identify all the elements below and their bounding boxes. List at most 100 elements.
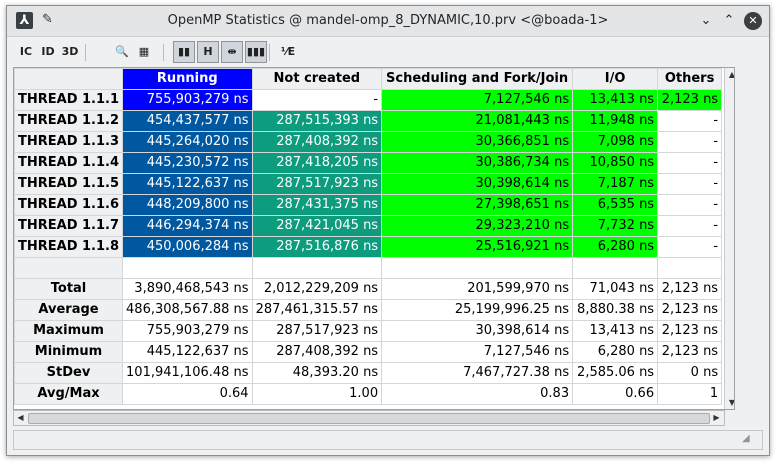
semantic-color-icon[interactable]: ▮▮▮ [245,41,267,63]
stats-cell[interactable]: 2,585.06 ns [572,362,659,384]
title-bar[interactable]: ⅄ ✎ OpenMP Statistics @ mandel-omp_8_DYN… [7,6,769,37]
stats-cell[interactable]: 287,461,315.57 ns [251,299,383,321]
table-cell[interactable]: 11,948 ns [572,110,659,132]
table-row[interactable]: THREAD 1.1.1 755,903,279 ns -7,127,546 ns 1… [14,89,723,111]
stats-row-header[interactable]: Total [14,278,124,300]
stats-cell[interactable]: 287,408,392 ns [251,341,383,363]
minimize-icon[interactable]: ⌄ [697,12,715,30]
table-cell[interactable]: 287,408,392 ns [251,131,383,153]
scroll-left-icon[interactable]: ◀ [14,411,27,425]
stats-row[interactable]: Minimum 445,122,637 ns 287,408,392 ns 7,127… [14,341,723,363]
row-header[interactable]: THREAD 1.1.2 [14,110,124,132]
table-cell[interactable]: 445,230,572 ns [122,152,253,174]
stats-cell[interactable]: 486,308,567.88 ns [122,299,253,321]
stats-cell[interactable]: 755,903,279 ns [122,320,253,342]
stats-cell[interactable]: 25,199,996.25 ns [381,299,574,321]
table-cell[interactable]: 287,516,876 ns [251,236,383,258]
resize-grip-icon[interactable]: ◢ [742,433,756,447]
table-cell[interactable]: - [251,89,383,111]
stats-cell[interactable]: 7,127,546 ns [381,341,574,363]
stats-cell[interactable]: 2,123 ns [657,278,723,300]
table-cell[interactable]: 287,515,393 ns [251,110,383,132]
stats-cell[interactable]: 1.00 [251,383,383,405]
table-cell[interactable]: 7,098 ns [572,131,659,153]
gradient-color-icon[interactable]: ▮▮ [173,41,195,63]
stats-row-header[interactable]: StDev [14,362,124,384]
table-cell[interactable]: - [657,194,723,216]
stats-cell[interactable]: 2,123 ns [657,320,723,342]
column-header[interactable]: I/O [572,68,659,90]
table-cell[interactable]: - [657,110,723,132]
close-icon[interactable]: ✕ [744,12,762,30]
stats-cell[interactable]: 3,890,468,543 ns [122,278,253,300]
table-row[interactable]: THREAD 1.1.6 448,209,800 ns 287,431,375 ns… [14,194,723,216]
table-cell[interactable]: 7,187 ns [572,173,659,195]
maximize-icon[interactable]: ⌃ [720,12,738,30]
table-cell[interactable]: - [657,173,723,195]
stats-cell[interactable]: 0.64 [122,383,253,405]
table-cell[interactable]: 454,437,577 ns [122,110,253,132]
vertical-scrollbar[interactable]: ▲ ▼ [724,68,734,409]
stats-row[interactable]: StDev 101,941,106.48 ns 48,393.20 ns 7,467,… [14,362,723,384]
table-cell[interactable]: 27,398,651 ns [381,194,574,216]
3d-window-icon[interactable]: 3D [59,41,81,63]
stats-cell[interactable]: 71,043 ns [572,278,659,300]
table-cell[interactable]: 30,366,851 ns [381,131,574,153]
stats-cell[interactable]: 445,122,637 ns [122,341,253,363]
table-row[interactable]: THREAD 1.1.5 445,122,637 ns 287,517,923 ns… [14,173,723,195]
open-filter-icon[interactable]: ▦ [133,41,155,63]
table-cell[interactable]: 2,123 ns [657,89,723,111]
column-header[interactable]: Running [122,68,253,90]
table-cell[interactable]: 13,413 ns [572,89,659,111]
table-cell[interactable]: 10,850 ns [572,152,659,174]
table-cell[interactable]: - [657,131,723,153]
stats-row-header[interactable]: Avg/Max [14,383,124,405]
column-header[interactable]: Scheduling and Fork/Join [381,68,574,90]
scroll-right-icon[interactable]: ▶ [710,411,723,425]
stats-cell[interactable]: 2,012,229,209 ns [251,278,383,300]
stats-cell[interactable]: 201,599,970 ns [381,278,574,300]
table-cell[interactable]: 7,127,546 ns [381,89,574,111]
label-mode-icon[interactable]: ⅟E [277,41,299,63]
stats-cell[interactable]: 101,941,106.48 ns [122,362,253,384]
row-header[interactable]: THREAD 1.1.8 [14,236,124,258]
table-cell[interactable]: 30,398,614 ns [381,173,574,195]
stats-row[interactable]: Maximum 755,903,279 ns 287,517,923 ns 30,39… [14,320,723,342]
horizontal-scroll-thumb[interactable] [28,413,710,424]
table-cell[interactable]: 29,323,210 ns [381,215,574,237]
table-cell[interactable]: - [657,215,723,237]
table-row[interactable]: THREAD 1.1.2 454,437,577 ns 287,515,393 ns… [14,110,723,132]
data-window-icon[interactable]: ID [37,41,59,63]
scroll-down-icon[interactable]: ▼ [725,396,734,409]
table-cell[interactable]: 21,081,443 ns [381,110,574,132]
stats-cell[interactable]: 0.66 [572,383,659,405]
control-window-icon[interactable]: IC [15,41,37,63]
stats-cell[interactable]: 6,280 ns [572,341,659,363]
table-cell[interactable]: 25,516,921 ns [381,236,574,258]
stats-cell[interactable]: 0.83 [381,383,574,405]
stats-cell[interactable]: 2,123 ns [657,299,723,321]
table-cell[interactable]: 287,431,375 ns [251,194,383,216]
horizontal-scrollbar[interactable]: ◀ ▶ [13,410,725,426]
table-cell[interactable]: 448,209,800 ns [122,194,253,216]
table-cell[interactable]: - [657,236,723,258]
table-cell[interactable]: 446,294,374 ns [122,215,253,237]
stats-cell[interactable]: 0 ns [657,362,723,384]
table-cell[interactable]: 755,903,279 ns [122,89,253,111]
table-cell[interactable]: 445,264,020 ns [122,131,253,153]
stats-row[interactable]: Total 3,890,468,543 ns 2,012,229,209 ns 201… [14,278,723,300]
table-cell[interactable]: 6,280 ns [572,236,659,258]
stats-row-header[interactable]: Average [14,299,124,321]
table-cell[interactable]: 6,535 ns [572,194,659,216]
row-header[interactable]: THREAD 1.1.3 [14,131,124,153]
stats-cell[interactable]: 8,880.38 ns [572,299,659,321]
scroll-up-icon[interactable]: ▲ [725,68,734,81]
row-header[interactable]: THREAD 1.1.6 [14,194,124,216]
row-header[interactable]: THREAD 1.1.4 [14,152,124,174]
table-cell[interactable]: 287,418,205 ns [251,152,383,174]
table-cell[interactable]: 287,421,045 ns [251,215,383,237]
stats-cell[interactable]: 48,393.20 ns [251,362,383,384]
stats-row[interactable]: Avg/Max 0.64 1.00 0.83 0.66 1 [14,383,723,405]
table-cell[interactable]: 7,732 ns [572,215,659,237]
table-cell[interactable]: 287,517,923 ns [251,173,383,195]
